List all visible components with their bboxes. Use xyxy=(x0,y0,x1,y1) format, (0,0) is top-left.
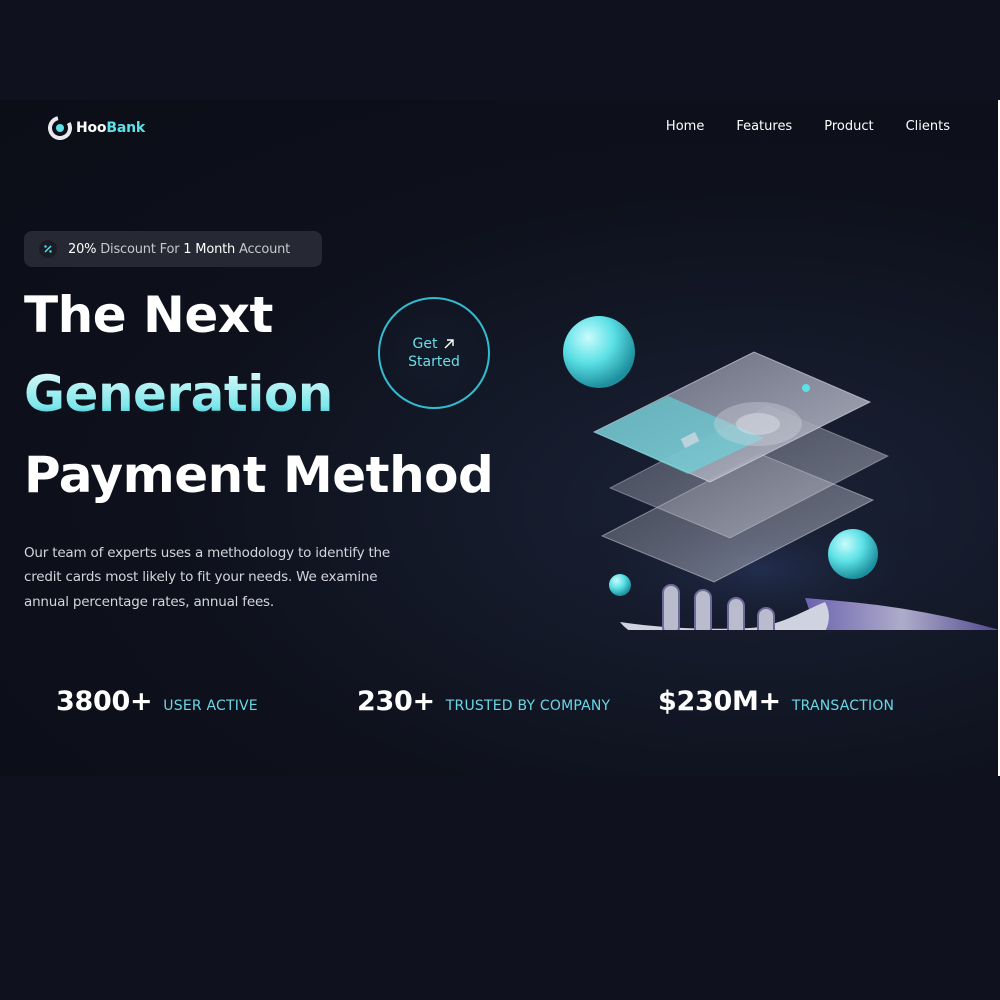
nav-home[interactable]: Home xyxy=(666,119,704,134)
nav-clients[interactable]: Clients xyxy=(906,119,950,134)
discount-text: 20% Discount For 1 Month Account xyxy=(68,241,291,257)
arrow-up-right-icon xyxy=(444,339,455,349)
get-started-button[interactable]: Get Started xyxy=(378,297,490,409)
stat-user-active: 3800+ USER ACTIVE xyxy=(56,686,258,717)
get-started-label-1: Get xyxy=(412,336,438,352)
hoobank-logo-icon xyxy=(48,116,72,140)
stat-transaction: $230M+ TRANSACTION xyxy=(658,686,894,717)
stat-value: $230M+ xyxy=(658,686,781,717)
robot-hand-cards-illustration xyxy=(560,316,1000,630)
nav-product[interactable]: Product xyxy=(824,119,873,134)
stat-value: 230+ xyxy=(357,686,435,717)
stat-label: TRUSTED BY COMPANY xyxy=(445,698,611,714)
discount-badge: 20% Discount For 1 Month Account xyxy=(24,231,322,267)
stat-label: TRANSACTION xyxy=(791,698,895,714)
headline-line-2: Generation xyxy=(24,365,333,423)
headline-line-1: The Next xyxy=(24,286,273,344)
orb-small xyxy=(609,574,631,596)
discount-icon xyxy=(39,240,57,258)
orb-medium xyxy=(828,529,878,579)
brand-logo[interactable]: HooBank xyxy=(48,116,145,140)
stat-trusted-by-company: 230+ TRUSTED BY COMPANY xyxy=(357,686,610,717)
headline-line-3: Payment Method xyxy=(24,446,494,504)
stat-label: USER ACTIVE xyxy=(163,698,258,714)
hero-description: Our team of experts uses a methodology t… xyxy=(24,544,391,610)
stat-value: 3800+ xyxy=(56,686,153,717)
brand-name: HooBank xyxy=(76,120,145,136)
nav-features[interactable]: Features xyxy=(736,119,792,134)
get-started-label-2: Started xyxy=(408,354,460,370)
hero-section: HooBank Home Features Product Clients 20… xyxy=(0,100,1000,776)
main-nav: Home Features Product Clients xyxy=(666,119,950,134)
orb-large xyxy=(563,316,635,388)
